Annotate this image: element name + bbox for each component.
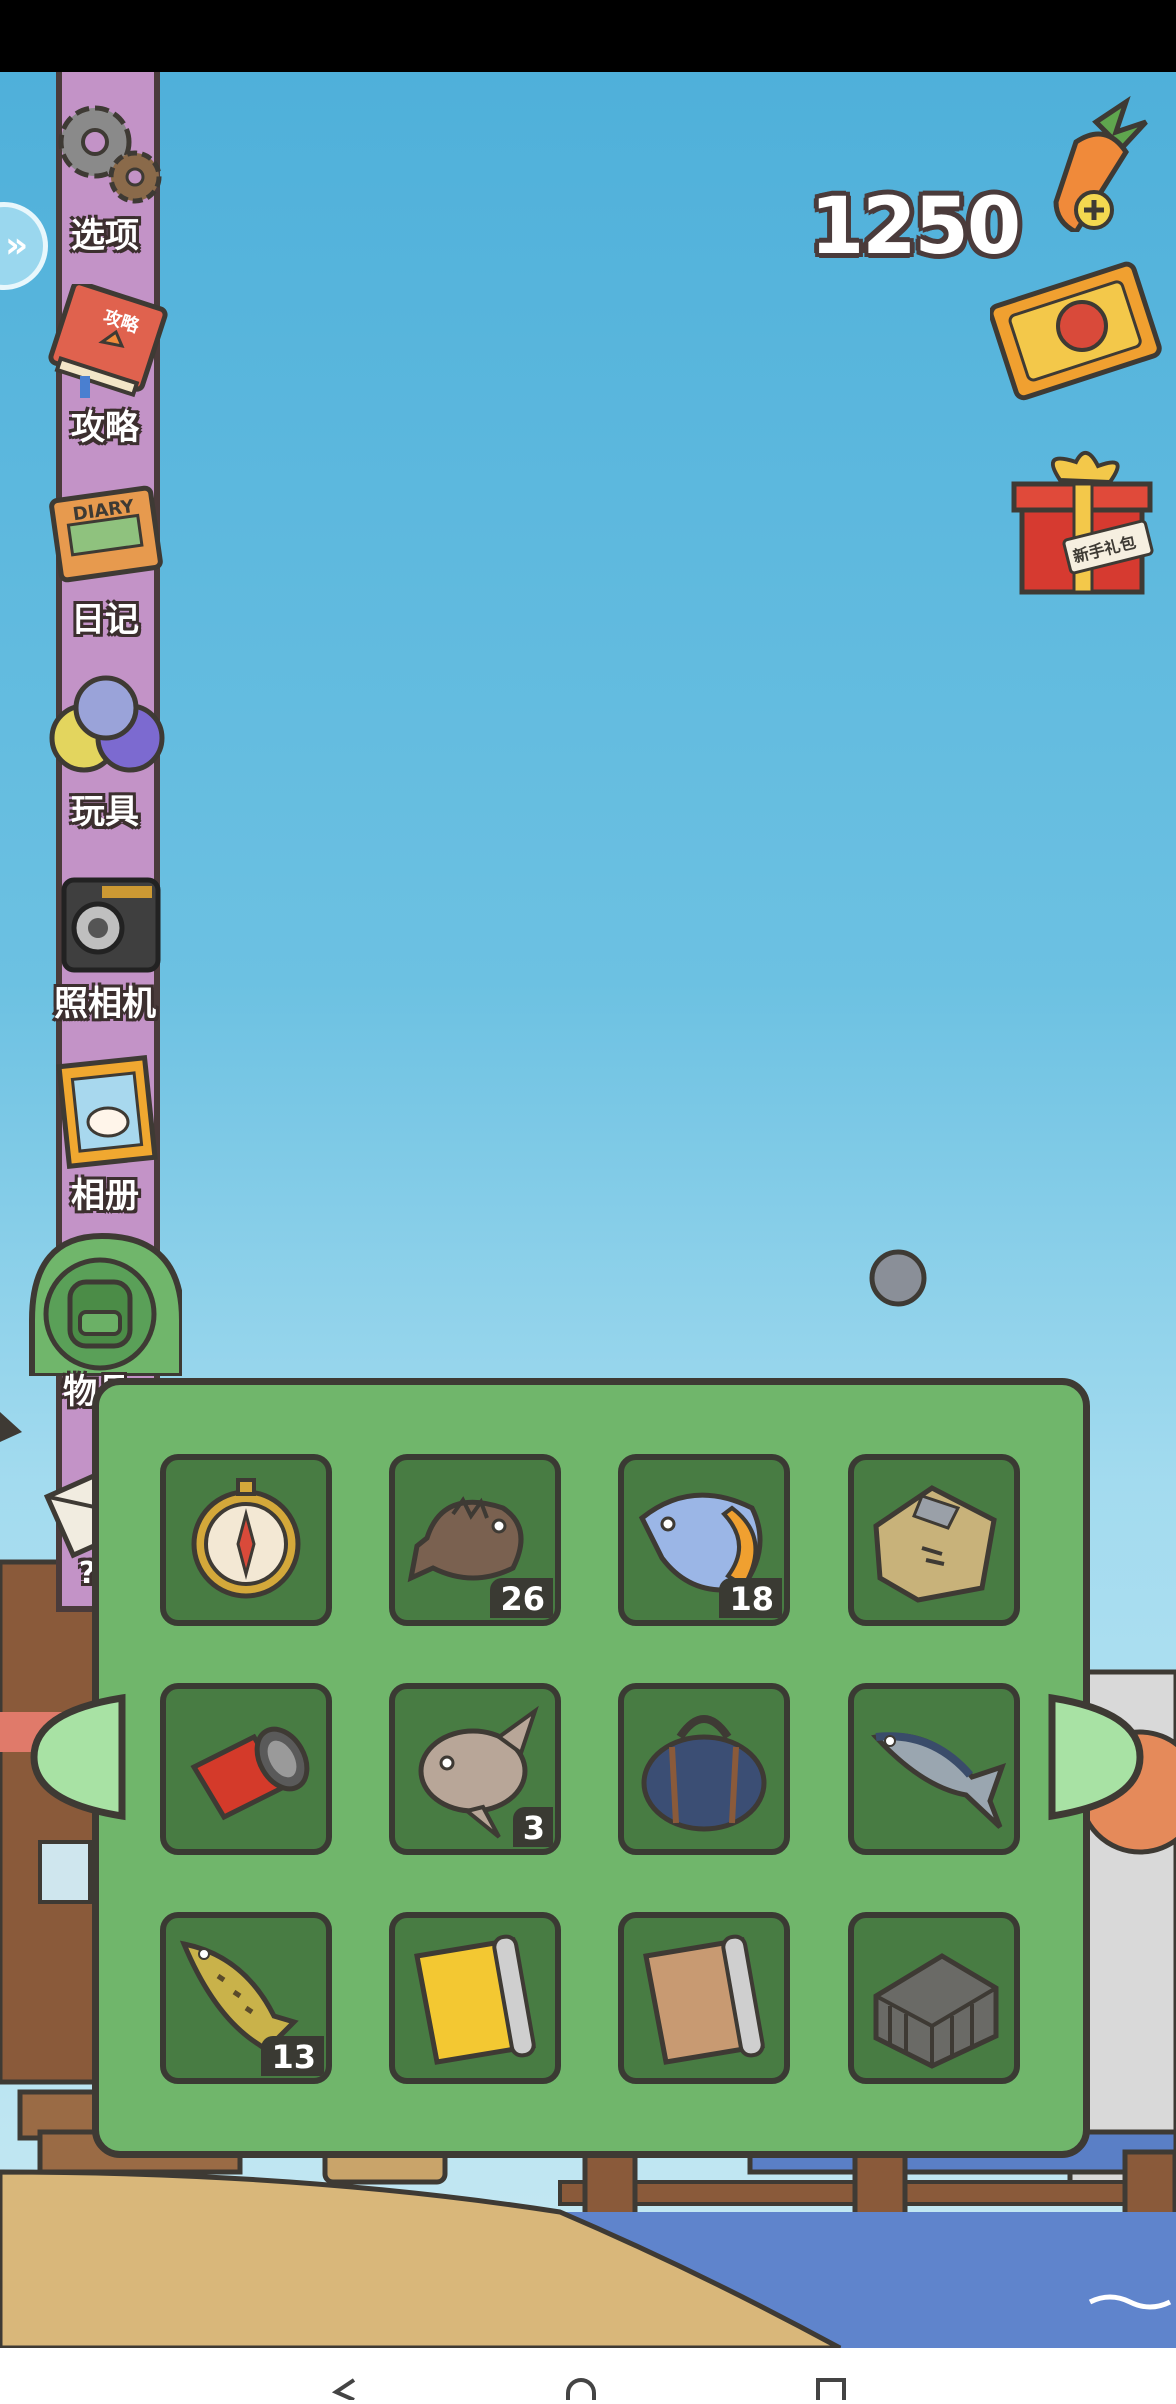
inventory-slot[interactable] xyxy=(160,1454,332,1626)
inventory-slot[interactable] xyxy=(848,1454,1020,1626)
duffel-bag-icon xyxy=(641,1715,767,1832)
inventory-slot[interactable] xyxy=(848,1683,1020,1855)
sidebar-item-label: 玩具 xyxy=(71,792,139,832)
currency-amount: 1250 xyxy=(810,182,1021,272)
sidebar-item-options[interactable]: 选项 xyxy=(30,92,180,257)
inventory-slot[interactable]: 18 xyxy=(618,1454,790,1626)
chevron-right-icon: » xyxy=(5,225,29,266)
inventory-slot[interactable]: 26 xyxy=(389,1454,561,1626)
sidebar-item-label: 攻略 xyxy=(71,408,139,448)
sidebar-item-label: 选项 xyxy=(71,216,139,256)
item-count: 13 xyxy=(261,2036,324,2076)
sidebar-item-camera[interactable]: 照相机 xyxy=(30,860,180,1025)
cloth-bundle-icon xyxy=(873,1485,997,1603)
game-scene: » 选项 攻略 攻略 DIARY 日记 玩具 照相机 相册 1250 新手礼包 … xyxy=(0,72,1176,2348)
sidebar-item-album[interactable]: 相册 xyxy=(30,1052,180,1217)
recents-nav-icon[interactable] xyxy=(816,2378,846,2400)
wood-crate-icon xyxy=(873,1953,999,2069)
sidebar-item-toys[interactable]: 玩具 xyxy=(30,668,180,833)
item-count: 18 xyxy=(719,1578,782,1618)
gear-icon xyxy=(58,105,162,204)
inventory-slot[interactable] xyxy=(848,1912,1020,2084)
sidebar-item-diary[interactable]: DIARY 日记 xyxy=(30,476,180,641)
status-bar xyxy=(0,0,1176,72)
home-nav-icon[interactable] xyxy=(566,2378,596,2400)
inventory-slot[interactable]: 13 xyxy=(160,1912,332,2084)
photo-album-icon xyxy=(56,1055,158,1169)
brown-scroll-icon xyxy=(643,1934,765,2065)
guide-book-icon: 攻略 xyxy=(48,280,168,398)
inventory-slot[interactable] xyxy=(389,1912,561,2084)
gift-box-icon[interactable]: 新手礼包 xyxy=(1000,440,1164,600)
yellow-scroll-icon xyxy=(414,1934,536,2065)
sidebar-item-label: 照相机 xyxy=(54,984,156,1024)
flashlight-icon xyxy=(190,1726,310,1821)
inventory-slot[interactable]: 3 xyxy=(389,1683,561,1855)
carrot-plus-icon[interactable] xyxy=(1036,92,1156,232)
inventory-slot[interactable] xyxy=(618,1683,790,1855)
back-nav-icon[interactable] xyxy=(330,2378,360,2402)
sidebar-item-label: 相册 xyxy=(71,1176,139,1216)
sidebar-item-guide[interactable]: 攻略 攻略 xyxy=(30,280,180,449)
inventory-slot[interactable] xyxy=(160,1683,332,1855)
tuna-icon xyxy=(871,1732,1006,1829)
diary-icon: DIARY xyxy=(49,485,163,583)
previous-page-arrow[interactable] xyxy=(30,1692,126,1822)
ticket-icon[interactable] xyxy=(990,252,1166,402)
toy-balls-icon xyxy=(49,675,165,773)
inventory-slot[interactable] xyxy=(618,1912,790,2084)
backpack-icon xyxy=(29,1232,182,1376)
item-count: 26 xyxy=(490,1578,553,1618)
item-count: 3 xyxy=(512,1807,553,1847)
next-page-arrow[interactable] xyxy=(1048,1692,1144,1822)
compass-icon xyxy=(191,1478,301,1599)
sidebar-item-label: 日记 xyxy=(71,600,139,640)
camera-icon xyxy=(61,877,161,973)
